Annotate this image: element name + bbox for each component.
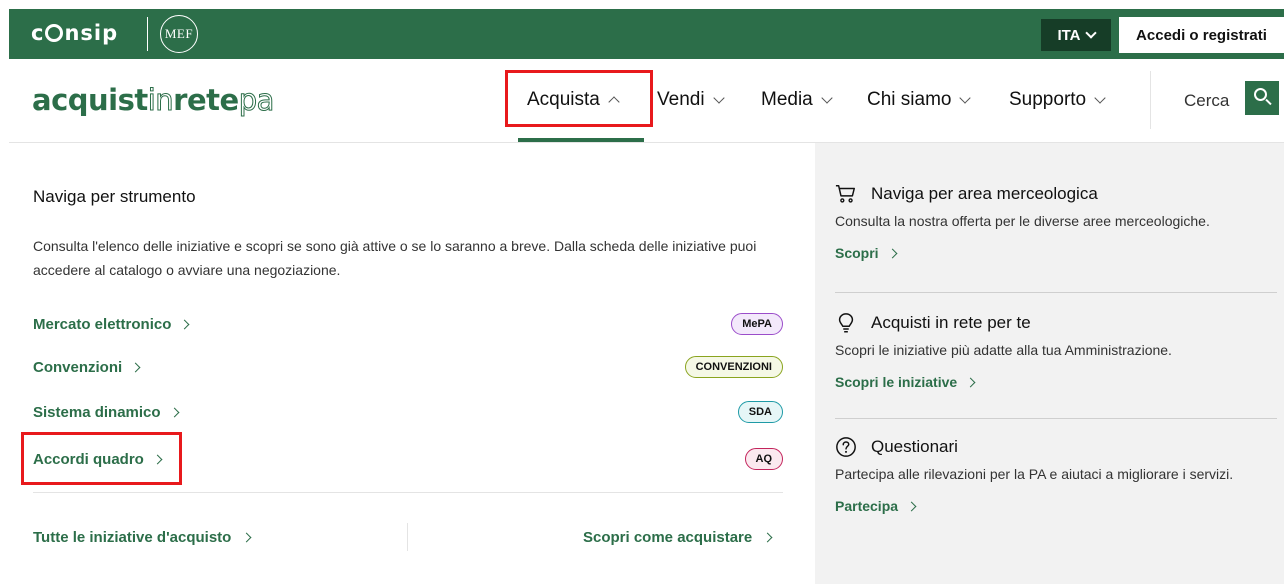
- nav-item-label: Vendi: [657, 89, 705, 110]
- nav-item-label: Media: [761, 89, 813, 110]
- card-area-merceologica: Naviga per area merceologica Consulta la…: [835, 183, 1277, 261]
- footer-vertical-divider: [407, 523, 408, 551]
- card-title: Naviga per area merceologica: [871, 184, 1098, 203]
- nav-item-supporto[interactable]: Supporto: [1009, 89, 1106, 111]
- brand-part-4: pa: [238, 83, 275, 118]
- link-convenzioni[interactable]: Convenzioni: [33, 359, 141, 376]
- nav-item-media[interactable]: Media: [761, 89, 833, 111]
- section-title: Naviga per strumento: [33, 187, 196, 206]
- tool-row-sistema-dinamico: Sistema dinamico SDA: [33, 401, 783, 427]
- highlight-box-acquista: [505, 70, 653, 127]
- link-sistema-dinamico[interactable]: Sistema dinamico: [33, 404, 179, 421]
- search-icon-handle: [1265, 98, 1272, 106]
- chevron-down-icon: [1084, 26, 1097, 39]
- cart-icon: [835, 185, 855, 203]
- acquistinretepa-logo[interactable]: acquistinretepa: [32, 83, 275, 118]
- search-button[interactable]: [1245, 81, 1279, 115]
- link-scopri-come-acquistare[interactable]: Scopri come acquistare: [583, 529, 773, 546]
- card-title: Questionari: [871, 437, 958, 456]
- chevron-right-icon: [887, 248, 898, 258]
- link-label: Partecipa: [835, 498, 899, 514]
- card-divider: [835, 292, 1277, 293]
- link-partecipa[interactable]: Partecipa: [835, 498, 1277, 514]
- badge-sda: SDA: [737, 401, 783, 423]
- nav-item-vendi[interactable]: Vendi: [657, 89, 725, 111]
- chevron-down-icon: [959, 91, 972, 104]
- link-tutte-le-iniziative[interactable]: Tutte le iniziative d'acquisto: [33, 529, 252, 546]
- badge-aq: AQ: [744, 448, 783, 470]
- intro-text: Consulta l'elenco delle iniziative e sco…: [33, 238, 757, 278]
- lightbulb-icon: [838, 313, 854, 333]
- brand-part-2: in: [147, 83, 174, 118]
- card-title: Acquisti in rete per te: [871, 313, 1031, 332]
- link-scopri[interactable]: Scopri: [835, 245, 1277, 261]
- card-description: Consulta la nostra offerta per le divers…: [835, 213, 1210, 229]
- mega-menu-left-panel: Naviga per strumento Consulta l'elenco d…: [9, 143, 815, 584]
- question-icon: [836, 437, 856, 457]
- logo-divider: [147, 17, 148, 51]
- footer-divider: [33, 492, 783, 493]
- nav-item-label: Supporto: [1009, 89, 1087, 110]
- card-questionari: Questionari Partecipa alle rilevazioni p…: [835, 436, 1277, 514]
- link-label: Sistema dinamico: [33, 404, 161, 421]
- language-label: ITA: [1057, 26, 1081, 44]
- chevron-down-icon: [821, 91, 833, 104]
- chevron-right-icon: [241, 532, 252, 543]
- chevron-right-icon: [762, 532, 773, 543]
- tool-row-mercato-elettronico: Mercato elettronico MePA: [33, 313, 783, 339]
- link-scopri-le-iniziative[interactable]: Scopri le iniziative: [835, 374, 1277, 390]
- top-bar: c nsip MEF ITA Accedi o registrati: [9, 9, 1284, 59]
- card-description: Scopri le iniziative più adatte alla tua…: [835, 342, 1172, 358]
- tool-row-convenzioni: Convenzioni CONVENZIONI: [33, 356, 783, 382]
- login-button[interactable]: Accedi o registrati: [1119, 17, 1284, 53]
- link-label: Convenzioni: [33, 359, 123, 376]
- mef-logo[interactable]: MEF: [160, 15, 198, 53]
- chevron-down-icon: [1094, 91, 1106, 104]
- nav-item-chi-siamo[interactable]: Chi siamo: [867, 89, 972, 111]
- nav-item-label: Chi siamo: [867, 89, 952, 110]
- language-selector[interactable]: ITA: [1041, 19, 1111, 51]
- badge-convenzioni: CONVENZIONI: [684, 356, 783, 378]
- highlight-box-accordi-quadro: [21, 432, 182, 485]
- mega-menu-right-panel: Naviga per area merceologica Consulta la…: [815, 143, 1284, 584]
- link-label: Scopri le iniziative: [835, 374, 958, 390]
- chevron-down-icon: [712, 91, 725, 104]
- card-acquisti-per-te: Acquisti in rete per te Scopri le inizia…: [835, 312, 1277, 390]
- link-mercato-elettronico[interactable]: Mercato elettronico: [33, 316, 190, 333]
- chevron-right-icon: [965, 377, 976, 387]
- badge-mepa: MePA: [731, 313, 783, 335]
- chevron-right-icon: [130, 362, 141, 373]
- chevron-right-icon: [179, 319, 190, 330]
- nav-active-indicator: [518, 138, 644, 142]
- search-label[interactable]: Cerca: [1184, 91, 1229, 111]
- consip-logo[interactable]: c nsip: [31, 21, 118, 45]
- link-label: Scopri come acquistare: [583, 529, 753, 546]
- link-label: Tutte le iniziative d'acquisto: [33, 529, 232, 546]
- card-description: Partecipa alle rilevazioni per la PA e a…: [835, 466, 1234, 482]
- chevron-right-icon: [169, 407, 179, 418]
- brand-part-3: rete: [173, 83, 239, 117]
- link-label: Mercato elettronico: [33, 316, 172, 333]
- link-label: Scopri: [835, 245, 879, 261]
- nav-divider: [1150, 71, 1151, 129]
- chevron-right-icon: [906, 501, 917, 511]
- brand-part-1: acquist: [32, 83, 148, 117]
- card-divider: [835, 418, 1277, 419]
